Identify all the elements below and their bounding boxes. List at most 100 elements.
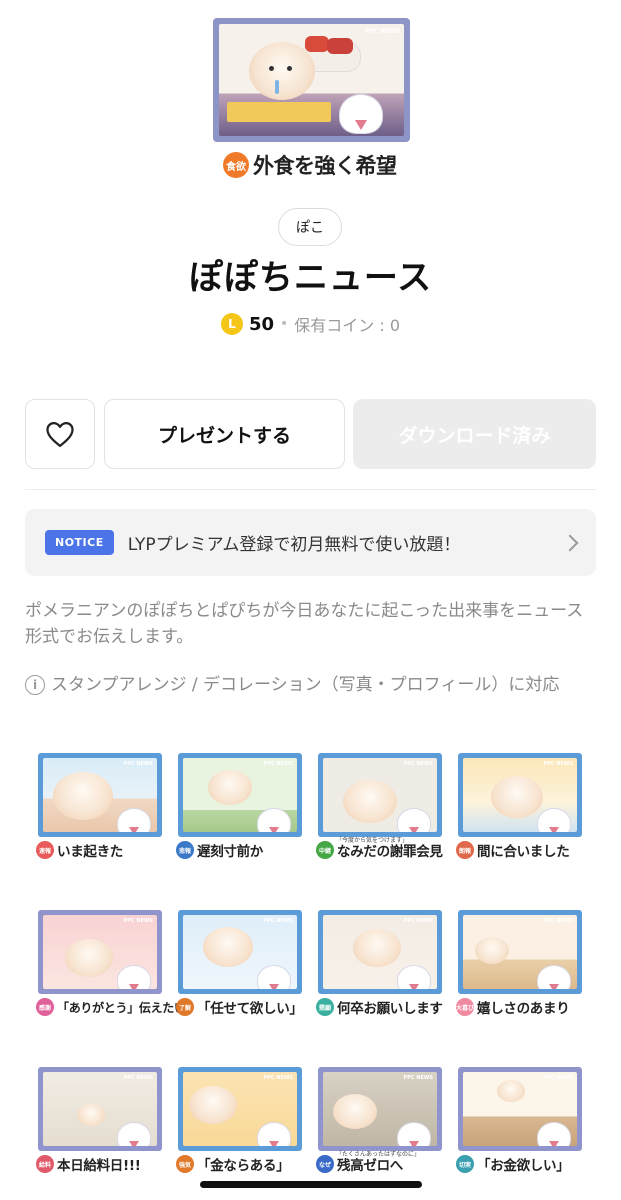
price-amount: 50	[248, 313, 275, 335]
sticker-illustration: PPC NEWS	[43, 915, 157, 989]
sticker-caption-row: 給料 本日給料日!!!	[36, 1151, 163, 1177]
sticker-item[interactable]: PPC NEWS 強気 「金ならある」	[176, 1067, 303, 1182]
sticker-title: ぽぽちニュース	[188, 258, 433, 298]
sticker-item[interactable]: PPC NEWS 「たくさんあったはずなのに」 なぜ 残高ゼロへ	[316, 1067, 443, 1182]
sticker-frame: PPC NEWS	[38, 1067, 162, 1151]
hero-frame: PPC NEWS	[213, 18, 410, 142]
sticker-caption: 「任せて欲しい」	[197, 1001, 303, 1017]
sticker-caption: いま起きた	[57, 844, 123, 860]
mascot-figure	[537, 965, 571, 989]
sticker-caption-row: 中継 なみだの謝罪会見	[316, 837, 443, 863]
sticker-item[interactable]: PPC NEWS 速報 いま起きた	[36, 753, 163, 868]
sticker-frame: PPC NEWS	[318, 1067, 442, 1151]
hero-caption: 外食を強く希望	[253, 154, 397, 178]
sticker-caption: 何卒お願いします	[337, 1001, 443, 1017]
sticker-item[interactable]: PPC NEWS 大喜び 嬉しさのあまり	[456, 910, 583, 1025]
sticker-item[interactable]: PPC NEWS 「今度から気をつけます」 中継 なみだの謝罪会見	[316, 753, 443, 868]
sticker-caption-row: 朗報 間に合いました	[456, 837, 583, 863]
sticker-caption-row: 大喜び 嬉しさのあまり	[456, 994, 583, 1020]
mascot-figure	[257, 965, 291, 989]
sticker-badge: 速報	[36, 841, 54, 859]
info-circle-icon: i	[25, 675, 45, 695]
sticker-frame: PPC NEWS	[38, 753, 162, 837]
sticker-news-mark: PPC NEWS	[543, 918, 573, 924]
notice-banner[interactable]: NOTICE LYPプレミアム登録で初月無料で使い放題！	[25, 509, 596, 576]
sticker-item[interactable]: PPC NEWS 感謝 「ありがとう」伝えたい	[36, 910, 186, 1025]
sticker-frame: PPC NEWS	[178, 910, 302, 994]
pomeranian-figure	[343, 780, 397, 824]
sticker-item[interactable]: PPC NEWS 給料 本日給料日!!!	[36, 1067, 163, 1182]
pomeranian-figure	[491, 776, 543, 818]
sticker-caption: 「ありがとう」伝えたい	[57, 1000, 186, 1015]
heart-outline-icon	[46, 422, 74, 447]
sticker-caption: 遅刻寸前か	[197, 844, 263, 860]
mascot-figure	[537, 1122, 571, 1146]
pomeranian-figure	[353, 929, 401, 968]
pomeranian-figure	[475, 937, 509, 965]
sticker-news-mark: PPC NEWS	[123, 918, 153, 924]
sticker-illustration: PPC NEWS	[183, 915, 297, 989]
sticker-caption-row: 感謝 「ありがとう」伝えたい	[36, 994, 186, 1020]
sticker-illustration: PPC NEWS	[43, 758, 157, 832]
sticker-caption: 「金ならある」	[197, 1158, 290, 1174]
sticker-badge: 了解	[176, 998, 194, 1016]
hero-illustration: PPC NEWS	[219, 24, 404, 136]
pomeranian-figure	[333, 1094, 377, 1130]
sticker-illustration: PPC NEWS	[463, 758, 577, 832]
mascot-figure	[257, 808, 291, 832]
notice-badge: NOTICE	[45, 530, 114, 555]
chevron-right-icon	[561, 534, 579, 551]
sticker-grid: PPC NEWS 速報 いま起きた PPC NEWS 悲報 遅刻寸前か PPC NEWS 「今…	[36, 753, 588, 1182]
sticker-item[interactable]: PPC NEWS 懇願 何卒お願いします	[316, 910, 443, 1025]
sticker-item[interactable]: PPC NEWS 切実 「お金欲しい」	[456, 1067, 583, 1182]
download-button[interactable]: ダウンロード済み	[353, 399, 596, 469]
sticker-badge: 給料	[36, 1155, 54, 1173]
sticker-caption-row: なぜ 残高ゼロへ	[316, 1151, 443, 1177]
author-chip[interactable]: ぽこ	[278, 208, 342, 246]
sticker-caption-row: 了解 「任せて欲しい」	[176, 994, 303, 1020]
sticker-badge: 懇願	[316, 998, 334, 1016]
sticker-frame: PPC NEWS	[178, 753, 302, 837]
arrange-text: スタンプアレンジ / デコレーション（写真・プロフィール）に対応	[51, 675, 560, 695]
hero-badge: 食欲	[223, 152, 249, 178]
pomeranian-figure	[53, 772, 113, 820]
sticker-item[interactable]: PPC NEWS 朗報 間に合いました	[456, 753, 583, 868]
sticker-frame: PPC NEWS	[458, 910, 582, 994]
mascot-figure	[117, 808, 151, 832]
gift-button[interactable]: プレゼントする	[104, 399, 345, 469]
sticker-illustration: PPC NEWS	[463, 915, 577, 989]
pomeranian-figure	[189, 1086, 237, 1125]
sticker-illustration: PPC NEWS	[183, 758, 297, 832]
mascot-figure	[397, 1122, 431, 1146]
sticker-badge: 朗報	[456, 841, 474, 859]
sticker-frame: PPC NEWS	[178, 1067, 302, 1151]
sticker-badge: 大喜び	[456, 998, 474, 1016]
sticker-badge: 強気	[176, 1155, 194, 1173]
sticker-illustration: PPC NEWS	[43, 1072, 157, 1146]
like-button[interactable]	[25, 399, 95, 469]
sticker-item[interactable]: PPC NEWS 了解 「任せて欲しい」	[176, 910, 303, 1025]
sticker-caption: 本日給料日!!!	[57, 1158, 141, 1174]
hero-sticker-image: PPC NEWS 食欲 外食を強く希望	[213, 18, 410, 178]
sticker-news-mark: PPC NEWS	[123, 761, 153, 767]
arrange-support-note: i スタンプアレンジ / デコレーション（写真・プロフィール）に対応	[25, 673, 596, 697]
sticker-detail-page: PPC NEWS 食欲 外食を強く希望 ぽこ ぽぽちニュース L 50 • 保有…	[0, 0, 621, 1200]
sticker-badge: 感謝	[36, 998, 54, 1016]
sticker-item[interactable]: PPC NEWS 悲報 遅刻寸前か	[176, 753, 303, 868]
divider	[25, 489, 596, 490]
mascot-figure	[117, 1122, 151, 1146]
mascot-figure	[397, 965, 431, 989]
sticker-frame: PPC NEWS	[458, 753, 582, 837]
mascot-figure	[397, 808, 431, 832]
sticker-caption: 間に合いました	[477, 844, 570, 860]
pomeranian-figure	[203, 927, 253, 967]
pomeranian-figure	[77, 1104, 105, 1127]
sticker-news-mark: PPC NEWS	[263, 761, 293, 767]
sticker-description: ポメラニアンのぽぽちとぱぴちが今日あなたに起こった出来事をニュース形式でお伝えし…	[25, 601, 584, 647]
separator-dot: •	[280, 316, 289, 332]
sticker-news-mark: PPC NEWS	[403, 761, 433, 767]
notice-text: LYPプレミアム登録で初月無料で使い放題！	[127, 535, 461, 555]
sticker-caption-row: 懇願 何卒お願いします	[316, 994, 443, 1020]
sticker-caption-row: 強気 「金ならある」	[176, 1151, 303, 1177]
sticker-caption: なみだの謝罪会見	[337, 844, 443, 860]
